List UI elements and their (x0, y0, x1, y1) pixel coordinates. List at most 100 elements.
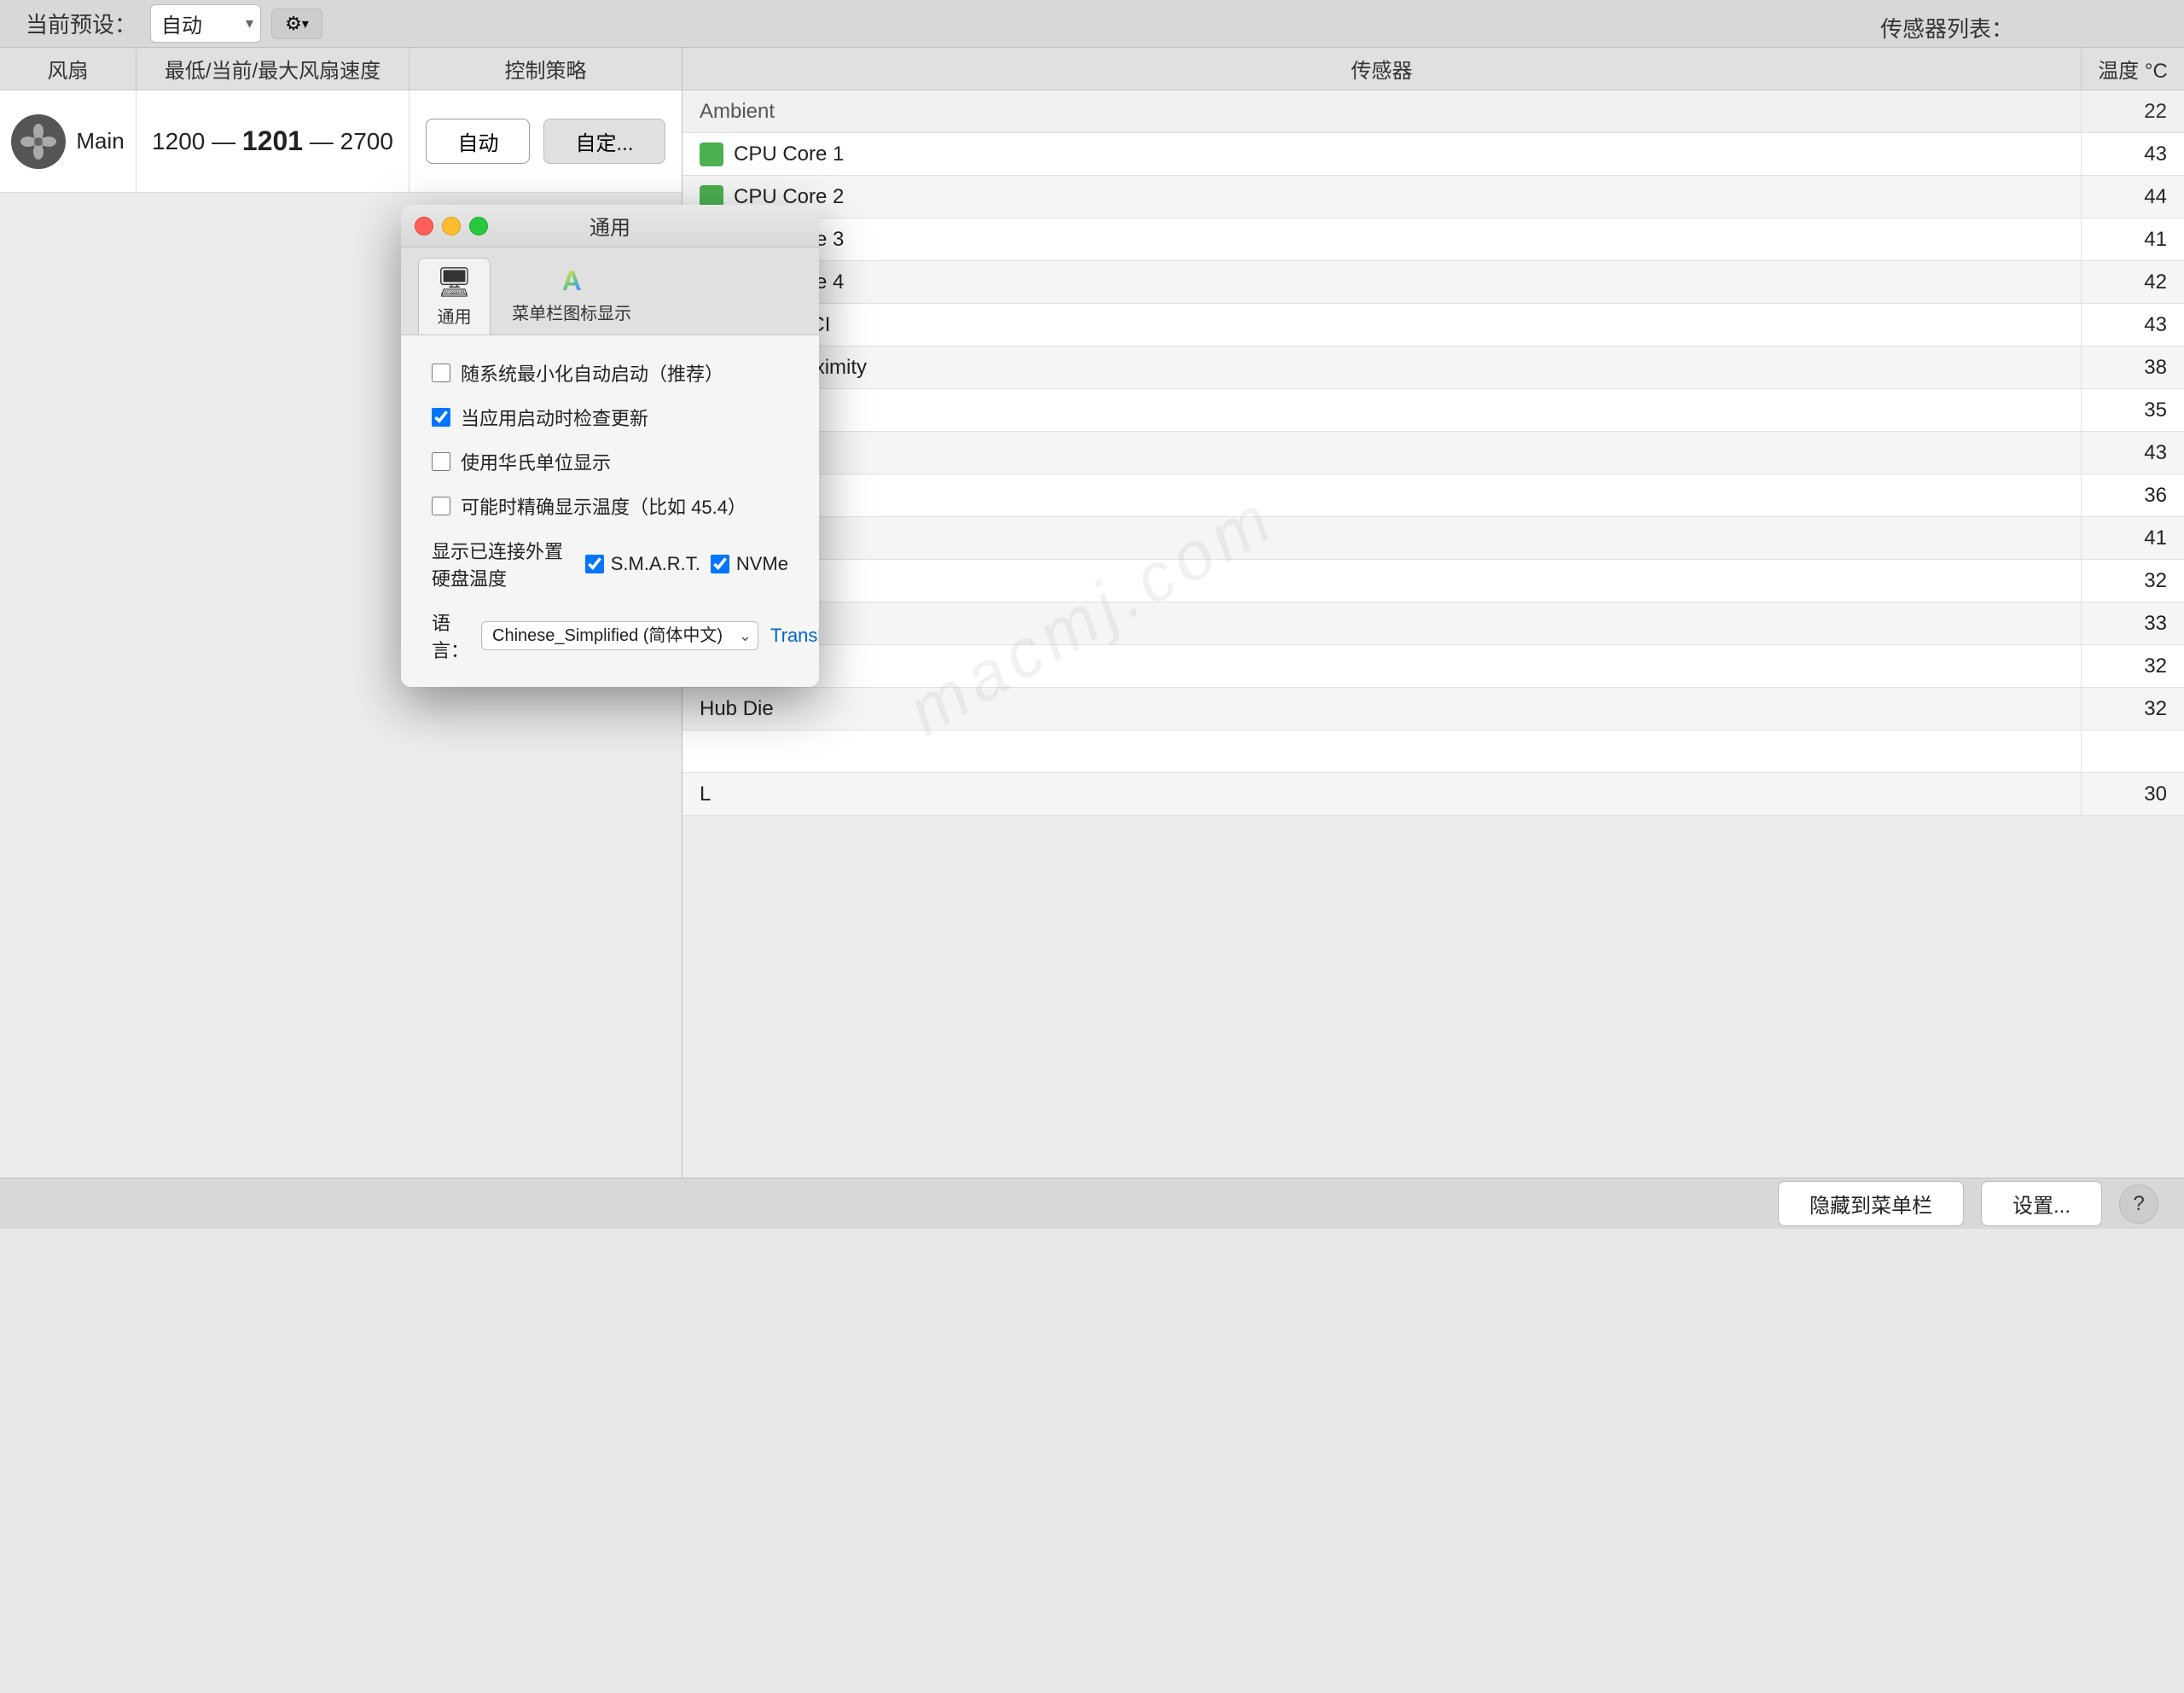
chevron-down-icon: ▾ (302, 15, 309, 32)
tab-menubar[interactable]: A 菜单栏图标显示 (494, 258, 649, 335)
preset-label: 当前预设： (26, 8, 136, 39)
smart-label: S.M.A.R.T. (611, 553, 700, 575)
sensor-temp: 44 (2082, 185, 2184, 209)
checkupdate-row: 当应用启动时检查更新 (432, 404, 788, 431)
sensor-name-cell: CPU Core 2 (682, 176, 2082, 218)
checkupdate-checkbox[interactable] (432, 408, 450, 427)
sensor-temp: 42 (2082, 271, 2184, 294)
preset-dropdown[interactable]: 自动 ▾ (150, 4, 261, 43)
fan-speed-max: 2700 (340, 128, 393, 155)
autostart-label: 随系统最小化自动启动（推荐） (461, 359, 723, 387)
autostart-row: 随系统最小化自动启动（推荐） (432, 359, 788, 387)
sensor-name-cell: L (682, 773, 2082, 815)
sensor-row: CPU Core 1 43 (682, 133, 2184, 176)
sensor-name-cell: CPU Core 3 (682, 218, 2082, 260)
sensor-row: 36 (682, 474, 2184, 517)
preset-value: 自动 (161, 9, 202, 38)
sensor-name-cell (682, 517, 2082, 559)
fahrenheit-row: 使用华氏单位显示 (432, 448, 788, 475)
nvme-item: NVMe (711, 553, 788, 575)
sensor-name-cell: CPU PECI (682, 304, 2082, 346)
fan-policy-cell: 自动 自定... (410, 90, 682, 192)
sensor-panel: 传感器 温度 °C Ambient 22 CPU Core 1 43 CPU C… (682, 48, 2184, 1178)
precise-row: 可能时精确显示温度（比如 45.4） (432, 492, 788, 520)
sensor-row: 32 (682, 560, 2184, 602)
language-select[interactable]: Chinese_Simplified (简体中文) (481, 621, 758, 650)
fan-icon-cell: Main (0, 90, 136, 192)
menubar-tab-icon: A (556, 265, 587, 296)
smart-checkbox[interactable] (585, 555, 604, 573)
hide-to-menubar-button[interactable]: 隐藏到菜单栏 (1778, 1181, 1964, 1226)
sensor-temp: 36 (2082, 484, 2184, 508)
sensor-temp: 43 (2082, 441, 2184, 465)
sensor-ambient-name: Ambient (682, 90, 2082, 132)
disk-temp-row: 显示已连接外置硬盘温度 S.M.A.R.T. NVMe (432, 537, 788, 591)
sensor-name-cell: CPU Core 1 (682, 133, 2082, 175)
sensor-temp: 35 (2082, 399, 2184, 422)
fan-header-speed: 最低/当前/最大风扇速度 (136, 48, 410, 90)
sensor-row (682, 730, 2184, 773)
sensor-temp: 32 (2082, 569, 2184, 593)
sensor-name-cell: CPU Core 4 (682, 261, 2082, 303)
sensor-icon (700, 143, 723, 166)
sensor-row: 43 (682, 432, 2184, 474)
sensor-row: CPU Core 3 41 (682, 218, 2184, 261)
gear-button[interactable]: ⚙ ▾ (271, 9, 322, 39)
fan-table-header: 风扇 最低/当前/最大风扇速度 控制策略 (0, 48, 682, 90)
modal-content: 随系统最小化自动启动（推荐） 当应用启动时检查更新 使用华氏单位显示 可能时精确… (401, 335, 819, 687)
sensor-list-label: 传感器列表： (1880, 12, 2013, 44)
tab-general[interactable]: 🖥 通用 (418, 258, 491, 335)
top-bar: 当前预设： 自动 ▾ ⚙ ▾ 传感器列表： (0, 0, 2184, 48)
sensor-row: CPU Core 2 44 (682, 176, 2184, 218)
settings-button[interactable]: 设置... (1981, 1181, 2102, 1226)
sensor-name-cell: CPU Proximity (682, 346, 2082, 388)
tab-menubar-label: 菜单栏图标显示 (512, 300, 631, 324)
sensor-table-header: 传感器 温度 °C (682, 48, 2184, 90)
chevron-down-icon: ▾ (246, 15, 253, 32)
policy-auto-button[interactable]: 自动 (426, 119, 530, 164)
sensor-row: L 30 (682, 773, 2184, 816)
nvme-checkbox[interactable] (711, 555, 729, 573)
modal-titlebar: 通用 (401, 205, 819, 247)
policy-custom-button[interactable]: 自定... (543, 119, 665, 164)
traffic-lights (415, 217, 488, 236)
fan-speed-current: 1201 (242, 125, 303, 157)
fahrenheit-label: 使用华氏单位显示 (461, 448, 611, 475)
precise-checkbox[interactable] (432, 497, 450, 515)
bottom-bar: 隐藏到菜单栏 设置... ? (0, 1178, 2184, 1229)
help-button[interactable]: ? (2119, 1184, 2158, 1224)
minimize-button[interactable] (442, 217, 461, 236)
sensor-row: 32 (682, 645, 2184, 688)
sensor-name: Hub Die (700, 697, 774, 721)
sensor-name-cell (682, 560, 2082, 602)
fan-speed-min: 1200 (152, 128, 205, 155)
sensor-temp: 30 (2082, 783, 2184, 806)
tab-general-label: 通用 (438, 303, 472, 328)
sensor-row: CPU Proximity 38 (682, 346, 2184, 389)
sensor-name-cell (682, 474, 2082, 516)
maximize-button[interactable] (469, 217, 488, 236)
fan-header-fan: 风扇 (0, 48, 136, 90)
sensor-name-cell (682, 432, 2082, 474)
sensor-name: CPU Core 1 (734, 143, 844, 166)
sensor-temp: 43 (2082, 313, 2184, 337)
sensor-header-temp: 温度 °C (2082, 48, 2184, 90)
sensor-name-cell (682, 602, 2082, 644)
sensor-row: 41 (682, 517, 2184, 560)
sensor-name-cell (682, 730, 2082, 772)
close-button[interactable] (415, 217, 433, 236)
autostart-checkbox[interactable] (432, 364, 450, 382)
fan-header-policy: 控制策略 (410, 48, 682, 90)
sensor-ambient-row: Ambient 22 (682, 90, 2184, 133)
sensor-row: Hub Die 32 (682, 688, 2184, 730)
smart-checkboxes: S.M.A.R.T. NVMe (585, 553, 788, 575)
fan-name: Main (76, 128, 124, 154)
content-area: 风扇 最低/当前/最大风扇速度 控制策略 Main (0, 48, 2184, 1178)
translate-link[interactable]: Translate (770, 625, 819, 647)
sensor-header-name: 传感器 (682, 48, 2082, 90)
fahrenheit-checkbox[interactable] (432, 452, 450, 471)
sensor-name-cell (682, 389, 2082, 431)
fan-icon (11, 114, 66, 169)
sensor-name: L (700, 783, 711, 806)
sensor-temp: 38 (2082, 356, 2184, 380)
